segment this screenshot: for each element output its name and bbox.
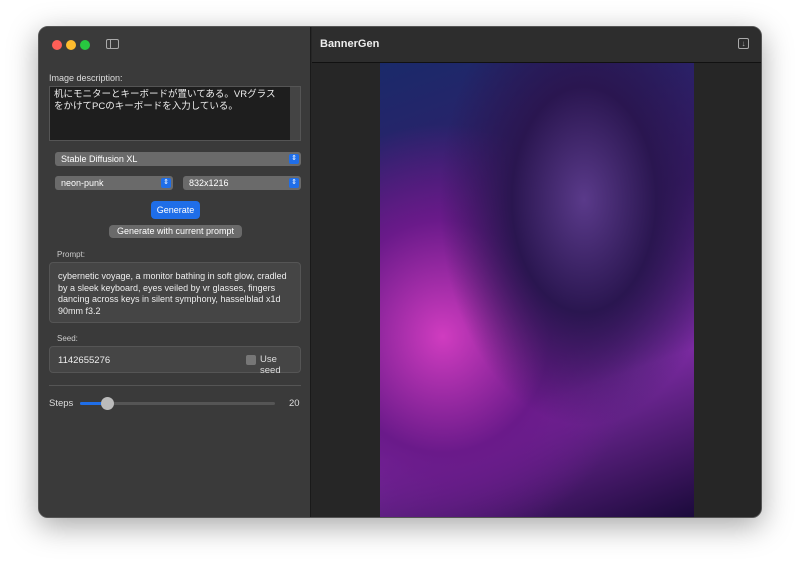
style-select[interactable]: neon-punk ⇕ [55, 176, 173, 190]
seed-row: 1142655276 Use seed [49, 346, 301, 376]
steps-slider[interactable] [80, 397, 275, 410]
style-value: neon-punk [61, 178, 104, 188]
description-input[interactable]: 机にモニターとキーボードが置いてある。VRグラスをかけてPCのキーボードを入力し… [49, 86, 301, 141]
chevron-updown-icon: ⇕ [161, 178, 171, 188]
sidebar-toggle-icon[interactable] [106, 39, 119, 49]
zoom-button[interactable] [80, 40, 90, 50]
prompt-field[interactable]: cybernetic voyage, a monitor bathing in … [49, 262, 301, 323]
steps-label: Steps [49, 398, 74, 409]
sidebar: Image description: 机にモニターとキーボードが置いてある。VR… [39, 27, 311, 517]
scrollbar[interactable] [290, 87, 300, 140]
model-select[interactable]: Stable Diffusion XL ⇕ [55, 152, 301, 166]
generate-with-current-prompt-button[interactable]: Generate with current prompt [109, 225, 242, 238]
use-seed-checkbox[interactable] [246, 355, 256, 365]
toolbar: BannerGen ↓ [312, 27, 761, 63]
size-select[interactable]: 832x1216 ⇕ [183, 176, 301, 190]
export-icon[interactable]: ↓ [738, 38, 749, 49]
generated-image [380, 63, 694, 517]
minimize-button[interactable] [66, 40, 76, 50]
main-pane: BannerGen ↓ [312, 27, 761, 517]
description-text: 机にモニターとキーボードが置いてある。VRグラスをかけてPCのキーボードを入力し… [54, 89, 276, 112]
prompt-label: Prompt: [57, 250, 86, 259]
chevron-updown-icon: ⇕ [289, 154, 299, 164]
window-title: BannerGen [320, 38, 380, 50]
use-seed-label: Use seed [260, 354, 281, 376]
seed-input[interactable]: 1142655276 [58, 355, 110, 366]
app-window: Image description: 机にモニターとキーボードが置いてある。VR… [38, 26, 762, 518]
generate-button[interactable]: Generate [151, 201, 200, 219]
seed-label: Seed: [57, 334, 78, 343]
model-value: Stable Diffusion XL [61, 154, 138, 164]
chevron-updown-icon: ⇕ [289, 178, 299, 188]
description-label: Image description: [49, 73, 123, 83]
size-value: 832x1216 [189, 178, 229, 188]
steps-value: 20 [289, 398, 300, 409]
prompt-text: cybernetic voyage, a monitor bathing in … [58, 271, 287, 316]
divider [49, 385, 301, 386]
steps-slider-thumb[interactable] [101, 397, 115, 410]
close-button[interactable] [52, 40, 62, 50]
